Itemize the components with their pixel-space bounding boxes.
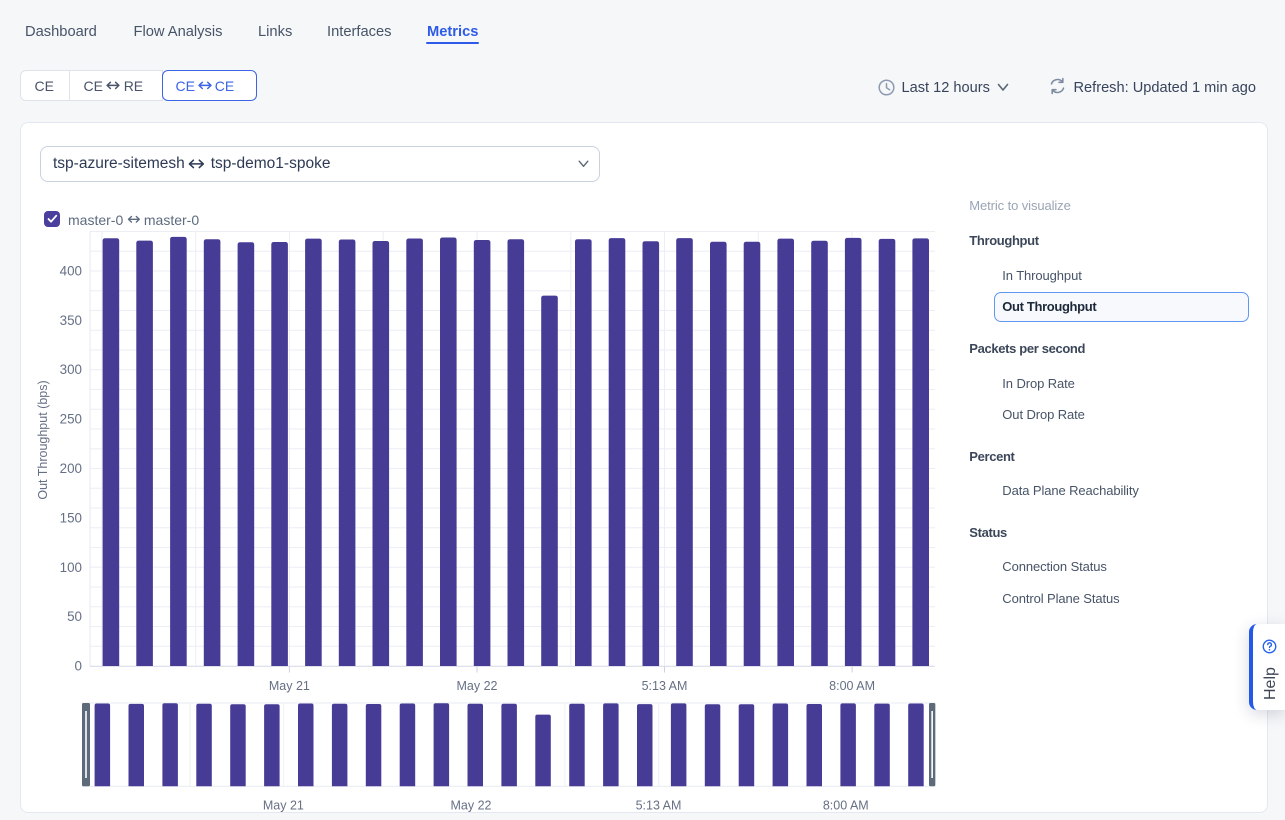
svg-text:May 22: May 22: [451, 799, 492, 813]
svg-text:8:00 AM: 8:00 AM: [829, 679, 875, 693]
svg-text:8:00 AM: 8:00 AM: [823, 799, 869, 813]
svg-text:50: 50: [67, 609, 82, 624]
svg-text:5:13 AM: 5:13 AM: [636, 799, 682, 813]
svg-text:400: 400: [60, 264, 82, 279]
svg-text:Out Throughput (bps): Out Throughput (bps): [36, 380, 50, 499]
svg-text:300: 300: [60, 362, 82, 377]
svg-text:0: 0: [75, 659, 82, 674]
svg-text:200: 200: [60, 461, 82, 476]
svg-text:5:13 AM: 5:13 AM: [642, 679, 688, 693]
svg-text:150: 150: [60, 510, 82, 525]
svg-text:350: 350: [60, 313, 82, 328]
svg-text:May 21: May 21: [269, 679, 310, 693]
svg-text:250: 250: [60, 412, 82, 427]
svg-text:May 22: May 22: [457, 679, 498, 693]
svg-text:100: 100: [60, 560, 82, 575]
svg-text:May 21: May 21: [263, 799, 304, 813]
